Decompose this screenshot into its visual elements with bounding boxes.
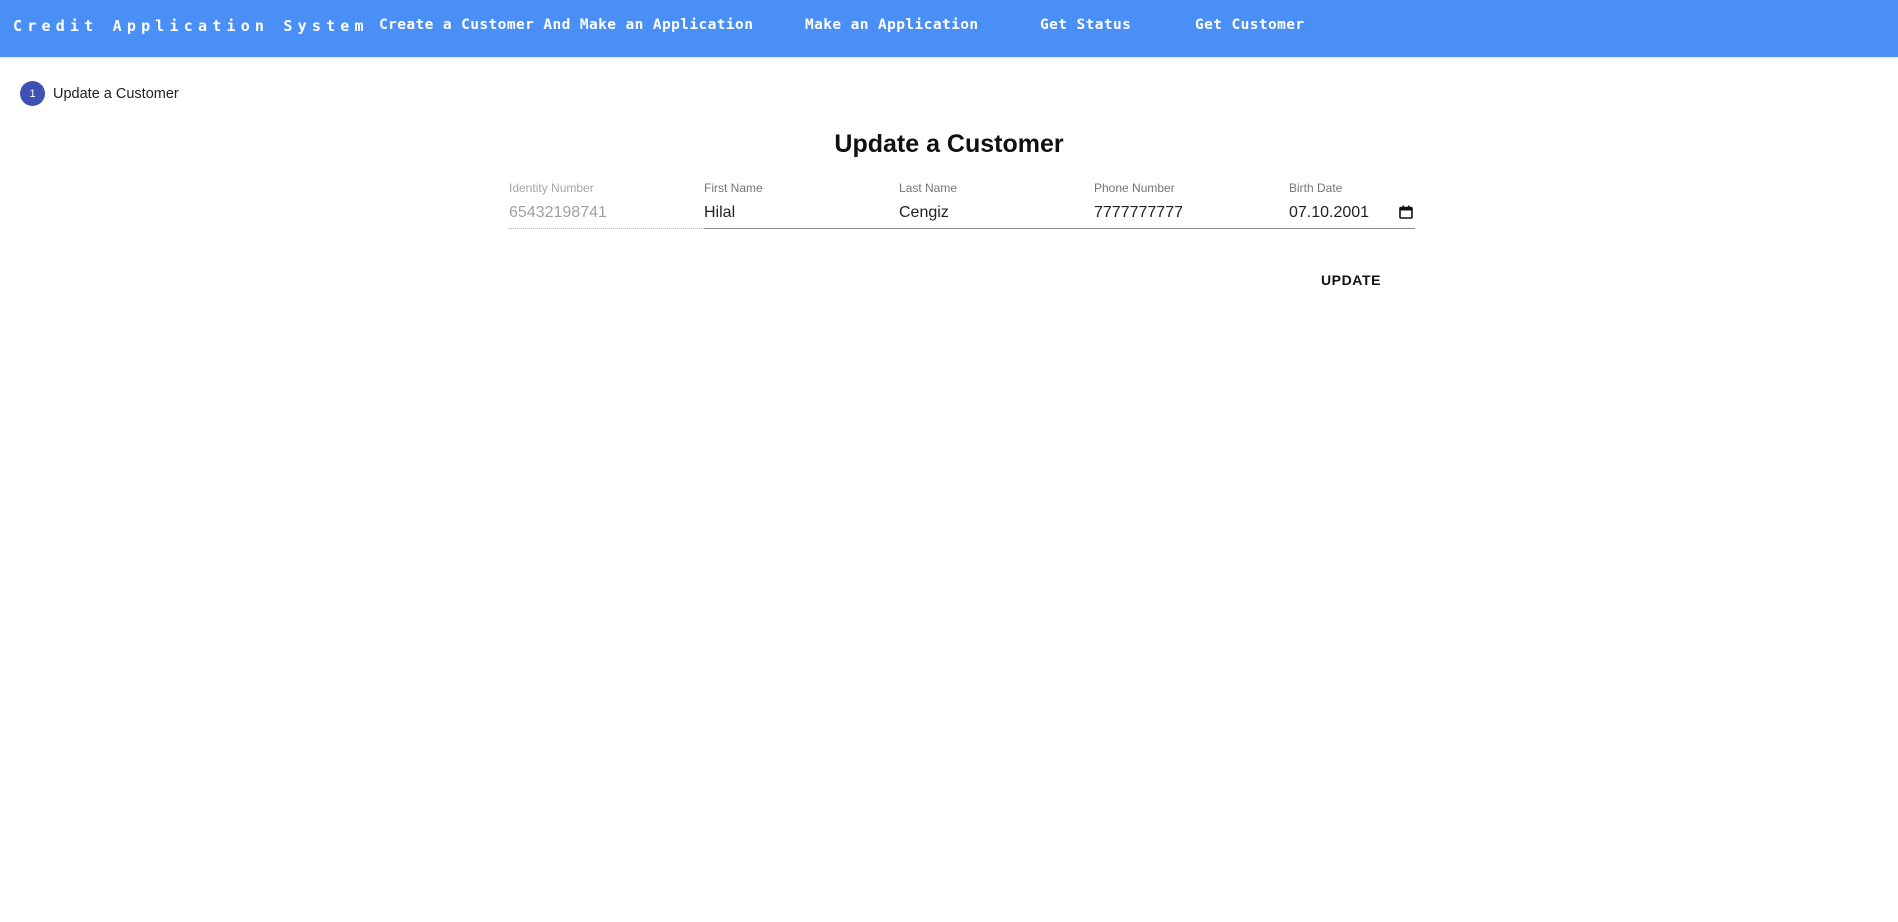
page-title: Update a Customer	[834, 130, 1064, 158]
birth-date-label: Birth Date	[1289, 181, 1343, 195]
nav-get-status[interactable]: Get Status	[1040, 17, 1131, 33]
first-name-field: First Name	[704, 181, 899, 229]
update-button[interactable]: UPDATE	[1307, 264, 1395, 296]
last-name-field: Last Name	[899, 181, 1094, 229]
birth-date-underline	[1289, 228, 1415, 229]
customer-form: Identity Number First Name Last Name Pho…	[509, 181, 1415, 229]
calendar-icon[interactable]	[1399, 205, 1413, 219]
nav-make-application[interactable]: Make an Application	[805, 17, 978, 33]
app-bar: Credit Application System Create a Custo…	[0, 0, 1898, 57]
step-number-badge: 1	[20, 81, 45, 106]
identity-number-input	[509, 201, 704, 225]
last-name-label: Last Name	[899, 181, 958, 195]
step-label: Update a Customer	[53, 85, 179, 102]
identity-number-field: Identity Number	[509, 181, 704, 229]
stepper-step: 1 Update a Customer	[20, 81, 179, 106]
nav-get-customer[interactable]: Get Customer	[1195, 17, 1305, 33]
identity-number-label: Identity Number	[509, 181, 594, 195]
birth-date-input[interactable]	[1289, 201, 1389, 225]
app-title[interactable]: Credit Application System	[13, 17, 369, 35]
nav-create-customer-and-application[interactable]: Create a Customer And Make an Applicatio…	[379, 17, 753, 33]
identity-number-underline	[509, 228, 704, 229]
last-name-underline	[899, 228, 1094, 229]
first-name-underline	[704, 228, 899, 229]
phone-number-label: Phone Number	[1094, 181, 1175, 195]
birth-date-field: Birth Date	[1289, 181, 1415, 229]
first-name-label: First Name	[704, 181, 763, 195]
phone-number-input[interactable]	[1094, 201, 1289, 225]
phone-number-field: Phone Number	[1094, 181, 1289, 229]
last-name-input[interactable]	[899, 201, 1094, 225]
first-name-input[interactable]	[704, 201, 899, 225]
phone-number-underline	[1094, 228, 1289, 229]
